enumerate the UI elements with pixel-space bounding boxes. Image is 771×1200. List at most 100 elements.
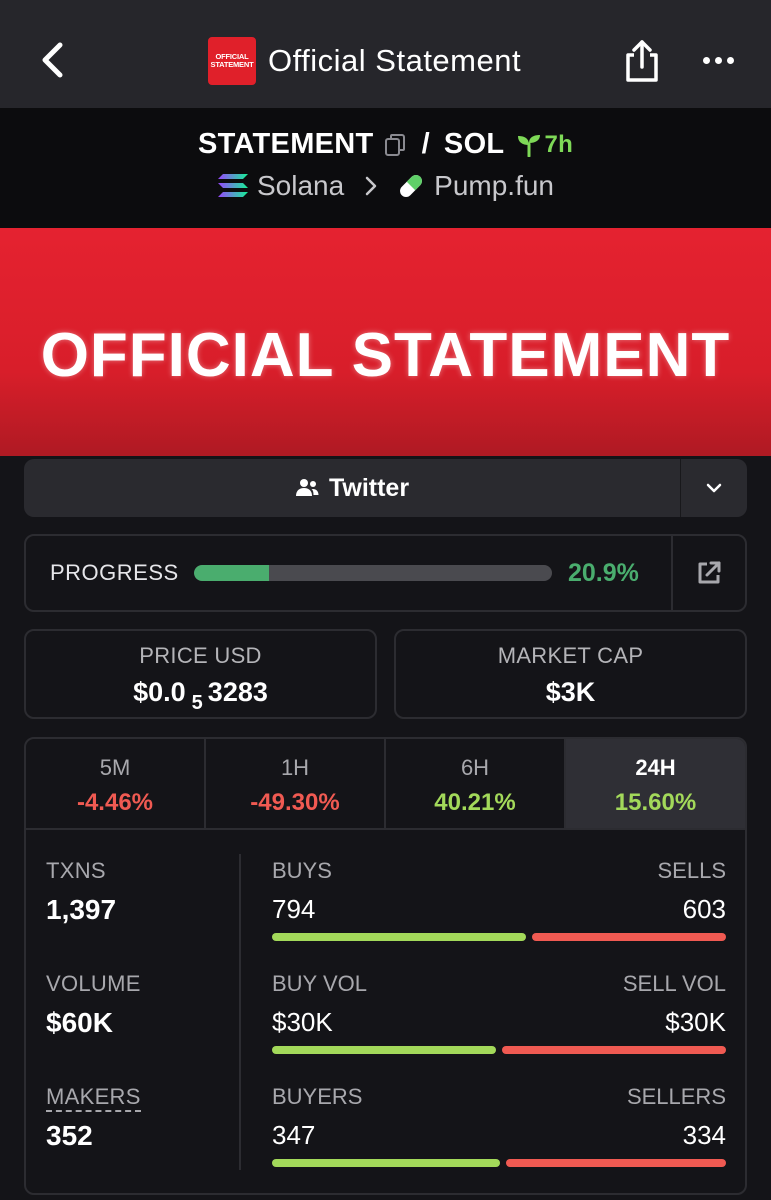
price-prefix: $0.0 [133, 677, 186, 707]
txns-label: TXNS [46, 858, 106, 883]
volume-stat: VOLUME $60K [46, 971, 141, 1084]
tab-1h[interactable]: 1H -49.30% [206, 739, 386, 828]
price-value: $0.0 5 3283 [26, 677, 375, 714]
tab-24h[interactable]: 24H 15.60% [566, 739, 745, 828]
buy-vol-value: $30K [272, 1007, 333, 1037]
tab-label: 6H [460, 755, 490, 780]
dex-name[interactable]: Pump.fun [434, 170, 554, 202]
more-icon-dot [726, 56, 734, 64]
chevron-down-icon [706, 483, 722, 493]
progress-external-link[interactable] [671, 536, 745, 610]
buy-vol-bar [272, 1046, 496, 1054]
txns-stat: TXNS 1,397 [46, 858, 141, 971]
page-title-group: OFFICIAL STATEMENT Official Statement [208, 36, 521, 86]
copy-icon[interactable] [384, 133, 406, 157]
sells-bar [532, 933, 726, 941]
tab-label: 24H [635, 755, 676, 780]
sellers-label: SELLERS [626, 1084, 726, 1109]
progress-bar-fill [194, 565, 269, 581]
tab-change: -49.30% [250, 789, 340, 816]
makers-stat: MAKERS 352 [46, 1084, 141, 1193]
sell-vol-value: $30K [665, 1007, 726, 1037]
sprout-icon [518, 134, 541, 157]
pair-line: STATEMENT / SOL 7h [0, 128, 771, 161]
buy-sell-volume-stat: BUY VOL SELL VOL $30K $30K [272, 971, 726, 1084]
txns-value: 1,397 [46, 894, 117, 925]
token-logo: OFFICIAL STATEMENT [208, 37, 256, 85]
logo-text-line2: STATEMENT [210, 60, 254, 69]
volume-value: $60K [46, 1007, 113, 1038]
solana-icon [217, 174, 248, 197]
twitter-label: Twitter [328, 473, 410, 502]
makers-label[interactable]: MAKERS [46, 1084, 141, 1112]
column-divider [239, 854, 241, 1170]
market-cap-card: MARKET CAP $3K [394, 629, 747, 719]
traders-ratio-bar [272, 1159, 726, 1167]
buys-label: BUYS [272, 858, 332, 883]
sell-vol-label: SELL VOL [622, 971, 726, 996]
page-title: Official Statement [268, 43, 522, 78]
top-bar: OFFICIAL STATEMENT Official Statement [0, 0, 771, 108]
market-cap-value: $3K [545, 677, 596, 707]
share-button[interactable] [622, 38, 662, 84]
stats-card: 5M -4.46% 1H -49.30% 6H 40.21% 24H 15.60… [24, 737, 747, 1195]
pill-icon [400, 175, 423, 197]
external-link-icon [698, 561, 721, 584]
base-symbol: STATEMENT [197, 128, 374, 160]
split-column: BUYS SELLS 794 603 BUY VOL SELL VOL $30K… [272, 858, 726, 1193]
sellers-value: 334 [682, 1120, 726, 1150]
price-digits: 3283 [207, 677, 268, 707]
timeframe-tabs: 5M -4.46% 1H -49.30% 6H 40.21% 24H 15.60… [26, 739, 745, 830]
quote-symbol: SOL [443, 128, 505, 160]
buyers-label: BUYERS [272, 1084, 363, 1109]
progress-card: PROGRESS 20.9% [24, 534, 747, 612]
volume-ratio-bar [272, 1046, 726, 1054]
more-button[interactable] [698, 48, 738, 72]
progress-bar [194, 565, 552, 581]
social-dropdown-toggle[interactable] [681, 459, 747, 517]
buy-vol-label: BUY VOL [272, 971, 367, 996]
buyers-sellers-stat: BUYERS SELLERS 347 334 [272, 1084, 726, 1193]
buys-bar [272, 933, 526, 941]
progress-label: PROGRESS [50, 560, 179, 585]
sellers-bar [506, 1159, 726, 1167]
makers-value: 352 [46, 1120, 93, 1151]
price-label: PRICE USD [139, 643, 262, 668]
buys-sells-ratio-bar [272, 933, 726, 941]
more-icon [702, 56, 710, 64]
market-cap-label: MARKET CAP [497, 643, 644, 668]
buys-sells-stat: BUYS SELLS 794 603 [272, 858, 726, 971]
users-icon [295, 479, 319, 496]
tab-change: 15.60% [614, 789, 697, 816]
chain-name[interactable]: Solana [257, 170, 344, 202]
tab-5m[interactable]: 5M -4.46% [26, 739, 206, 828]
sell-vol-bar [502, 1046, 726, 1054]
back-button[interactable] [36, 40, 68, 80]
pair-separator: / [421, 128, 430, 160]
more-icon-dot [714, 56, 722, 64]
metrics-panel: TXNS 1,397 VOLUME $60K MAKERS 352 BUYS S… [26, 830, 745, 1193]
tab-6h[interactable]: 6H 40.21% [386, 739, 566, 828]
twitter-button[interactable]: Twitter [24, 459, 681, 517]
sells-value: 603 [682, 894, 726, 924]
totals-column: TXNS 1,397 VOLUME $60K MAKERS 352 [46, 858, 141, 1193]
banner-text: OFFICIAL STATEMENT [40, 321, 731, 390]
chevron-right-icon [365, 176, 377, 196]
price-card: PRICE USD $0.0 5 3283 [24, 629, 377, 719]
buyers-bar [272, 1159, 500, 1167]
tab-change: -4.46% [76, 789, 154, 816]
token-banner: OFFICIAL STATEMENT [0, 228, 771, 490]
volume-label: VOLUME [46, 971, 141, 996]
pair-age: 7h [544, 130, 574, 158]
tab-label: 5M [99, 755, 131, 780]
price-zeros-subscript: 5 [191, 692, 203, 714]
tab-change: 40.21% [434, 789, 516, 816]
social-links: Twitter [24, 459, 747, 517]
pair-bar: STATEMENT / SOL 7h Solana Pump.fun [0, 108, 771, 228]
progress-percent: 20.9% [568, 558, 639, 587]
sells-label: SELLS [657, 858, 727, 883]
buyers-value: 347 [272, 1120, 316, 1150]
chain-breadcrumb: Solana Pump.fun [0, 170, 771, 202]
share-icon [626, 40, 658, 82]
chevron-left-icon [42, 42, 63, 78]
